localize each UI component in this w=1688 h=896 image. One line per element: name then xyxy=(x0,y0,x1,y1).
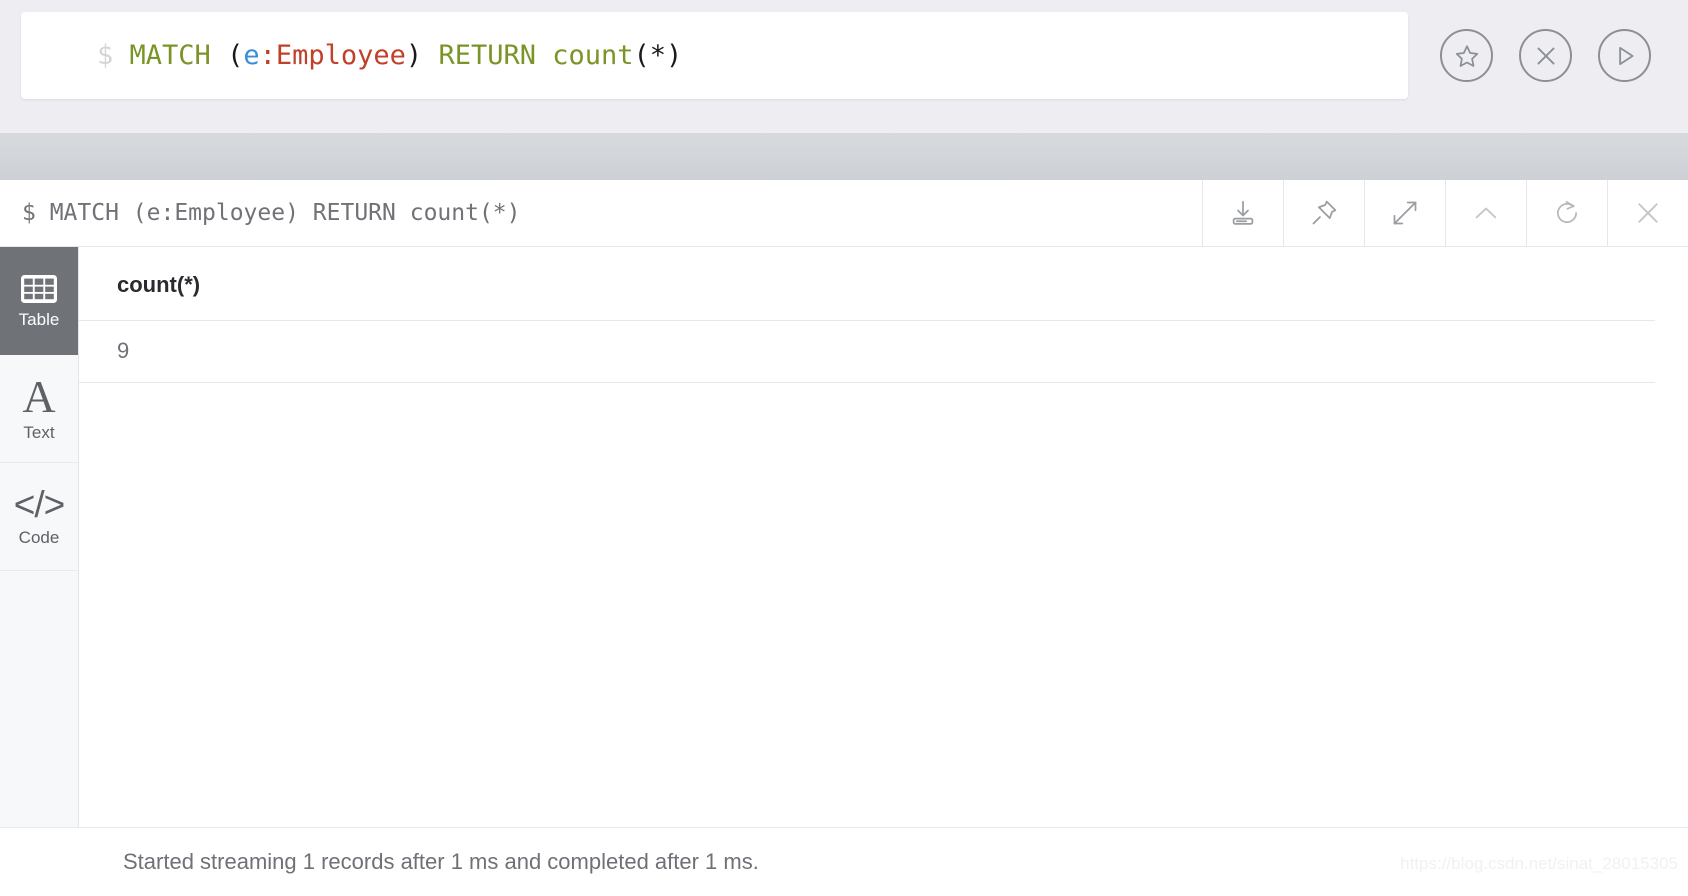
query-editor-input[interactable]: $ MATCH (e:Employee) RETURN count(*) xyxy=(21,12,1408,99)
query-token: e xyxy=(243,40,260,71)
query-token xyxy=(536,40,552,71)
clear-button[interactable] xyxy=(1519,29,1572,82)
view-tab-text-label: Text xyxy=(23,423,55,443)
query-token: (*) xyxy=(633,40,683,71)
table-header-row: count(*) xyxy=(79,247,1655,321)
editor-action-buttons xyxy=(1408,12,1672,99)
view-mode-sidebar: Table A Text </> Code xyxy=(0,247,79,827)
download-icon xyxy=(1232,200,1254,225)
result-table-container: count(*) 9 xyxy=(79,247,1688,827)
code-brackets-icon: </> xyxy=(13,483,65,525)
query-token: ) xyxy=(405,40,423,71)
chevron-up-icon xyxy=(1475,207,1497,219)
view-tab-code[interactable]: </> Code xyxy=(0,463,78,571)
editor-bottom-band xyxy=(0,110,1688,133)
run-button[interactable] xyxy=(1598,29,1651,82)
query-editor-text: MATCH (e:Employee) RETURN count(*) xyxy=(130,40,683,71)
result-status-bar: Started streaming 1 records after 1 ms a… xyxy=(0,828,1688,895)
query-token xyxy=(422,40,438,71)
query-token: RETURN xyxy=(438,40,536,71)
view-tab-code-label: Code xyxy=(18,528,60,548)
query-token: ( xyxy=(227,40,244,71)
refresh-icon xyxy=(1557,200,1578,224)
close-button[interactable] xyxy=(1607,180,1688,246)
stream-separator-band xyxy=(0,133,1688,180)
frame-query-text: $ MATCH (e:Employee) RETURN count(*) xyxy=(22,200,521,226)
frame-action-bar xyxy=(1202,180,1688,246)
download-button[interactable] xyxy=(1202,180,1283,246)
query-token xyxy=(211,40,227,71)
query-editor-card[interactable]: $ MATCH (e:Employee) RETURN count(*) xyxy=(21,12,1408,99)
collapse-button[interactable] xyxy=(1445,180,1526,246)
query-token: :Employee xyxy=(259,40,406,71)
query-token: count xyxy=(552,40,634,71)
pin-button[interactable] xyxy=(1283,180,1364,246)
favorite-button[interactable] xyxy=(1440,29,1493,82)
expand-icon xyxy=(1393,201,1417,225)
status-message: Started streaming 1 records after 1 ms a… xyxy=(123,848,759,874)
rerun-button[interactable] xyxy=(1526,180,1607,246)
query-token: MATCH xyxy=(129,40,211,71)
prompt-symbol: $ xyxy=(97,40,114,71)
view-tab-text[interactable]: A Text xyxy=(0,355,78,463)
close-circle-icon xyxy=(1536,46,1555,65)
sidebar-filler xyxy=(0,571,78,827)
letter-a-icon: A xyxy=(22,370,56,422)
pin-icon xyxy=(1312,200,1337,225)
expand-button[interactable] xyxy=(1364,180,1445,246)
table-body: 9 xyxy=(79,320,1655,383)
table-head: count(*) xyxy=(79,247,1655,321)
star-icon xyxy=(1455,44,1478,67)
result-frame-header: $ MATCH (e:Employee) RETURN count(*) xyxy=(0,180,1688,247)
result-frame-body: Table A Text </> Code count(*) 9 xyxy=(0,247,1688,828)
result-table: count(*) 9 xyxy=(79,247,1655,383)
table-cell: 9 xyxy=(79,320,1655,383)
close-icon xyxy=(1638,203,1658,223)
view-tab-table-label: Table xyxy=(18,309,60,329)
neo4j-browser-window: $ MATCH (e:Employee) RETURN count(*) $ M… xyxy=(0,0,1688,896)
table-column-header: count(*) xyxy=(79,247,1655,321)
result-frame: $ MATCH (e:Employee) RETURN count(*) Tab… xyxy=(0,180,1688,896)
view-tab-table[interactable]: Table xyxy=(0,247,78,355)
table-row: 9 xyxy=(79,320,1655,383)
play-icon xyxy=(1618,46,1634,65)
query-editor-area: $ MATCH (e:Employee) RETURN count(*) xyxy=(0,0,1688,110)
table-grid-icon xyxy=(21,274,57,303)
